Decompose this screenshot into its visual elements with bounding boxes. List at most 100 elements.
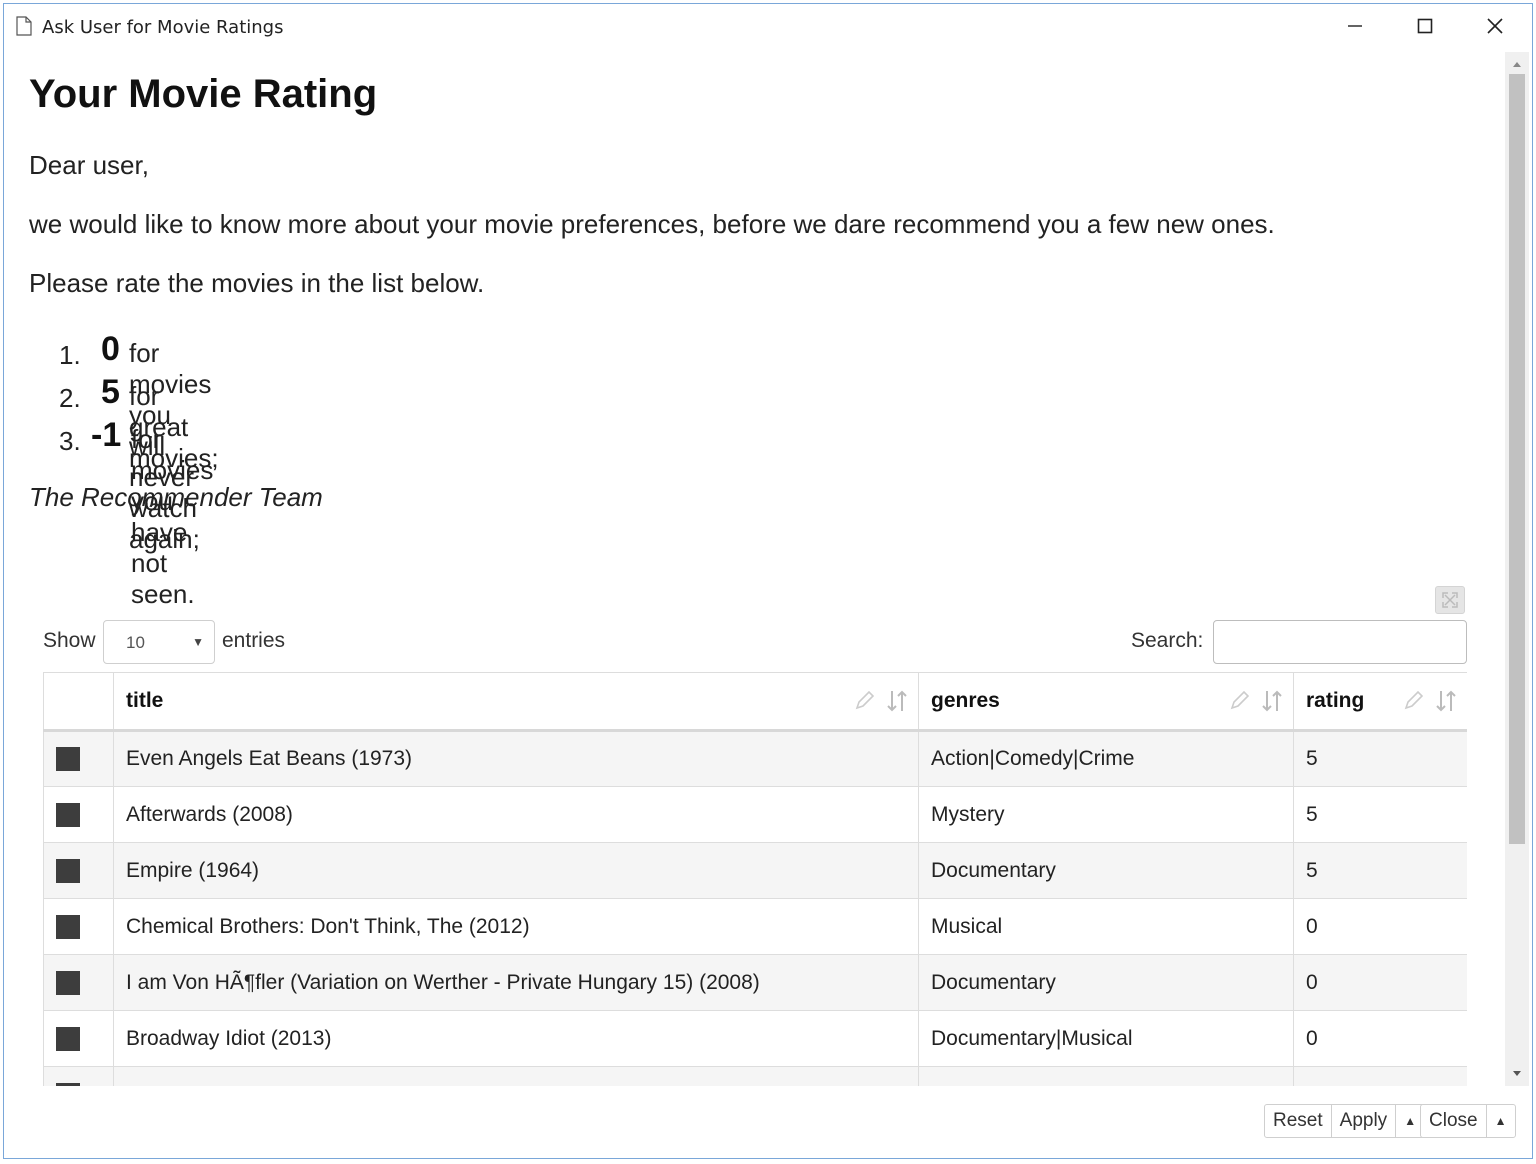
instruction-text: Please rate the movies in the list below…	[29, 268, 485, 298]
caret-up-icon: ▲	[1404, 1114, 1417, 1128]
search-label: Search:	[1131, 629, 1204, 652]
row-marker-icon	[56, 802, 80, 827]
close-icon	[1487, 18, 1503, 34]
column-header-genres[interactable]: genres	[918, 672, 1294, 732]
caret-up-icon: ▲	[1494, 1114, 1507, 1128]
search-input[interactable]	[1213, 620, 1467, 664]
expand-icon	[1442, 592, 1458, 608]
chevron-down-icon: ▼	[192, 635, 204, 649]
title-cell[interactable]: Afterwards (2008)	[113, 786, 919, 843]
vertical-scrollbar[interactable]	[1505, 52, 1529, 1088]
maximize-icon	[1417, 18, 1433, 34]
table-row[interactable]: I am Von HÃ¶fler (Variation on Werther -…	[43, 954, 1467, 1011]
row-select-cell[interactable]	[43, 730, 114, 787]
minimize-icon	[1348, 25, 1362, 27]
rating-cell[interactable]: 0	[1293, 954, 1467, 1011]
greeting-text: Dear user,	[29, 150, 149, 180]
ratings-table-container: title genres rating Even Angels Eat Bean…	[43, 672, 1467, 1086]
table-row[interactable]: Even Angels Eat Beans (1973) Action|Come…	[43, 730, 1467, 787]
fullscreen-button[interactable]	[1435, 586, 1465, 614]
title-cell[interactable]: I am Von HÃ¶fler (Variation on Werther -…	[113, 954, 919, 1011]
table-row[interactable]: Afterwards (2008) Mystery 5	[43, 786, 1467, 843]
edit-icon[interactable]	[1229, 689, 1251, 711]
row-select-cell[interactable]	[43, 842, 114, 899]
rule-number: 2.	[59, 383, 81, 413]
rating-cell[interactable]: 0	[1293, 898, 1467, 955]
title-cell[interactable]	[113, 1066, 919, 1086]
genres-cell[interactable]: Mystery	[918, 786, 1294, 843]
reset-apply-group: Reset Apply ▲	[1264, 1104, 1426, 1138]
table-row[interactable]: Empire (1964) Documentary 5	[43, 842, 1467, 899]
document-icon	[16, 16, 32, 36]
table-header-row: title genres rating	[43, 672, 1467, 732]
close-window-button[interactable]	[1462, 4, 1528, 48]
rating-cell[interactable]: 5	[1293, 730, 1467, 787]
edit-icon[interactable]	[1403, 689, 1425, 711]
rating-cell[interactable]: 5	[1293, 842, 1467, 899]
genres-cell[interactable]: Documentary|Musical	[918, 1010, 1294, 1067]
row-marker-icon	[56, 914, 80, 939]
edit-icon[interactable]	[854, 689, 876, 711]
dialog-content: Your Movie Rating Dear user, we would li…	[5, 48, 1501, 1086]
genres-cell[interactable]: Musical	[918, 898, 1294, 955]
rule-text: for movies you have not seen.	[131, 424, 214, 609]
rule-number: 1.	[59, 340, 81, 370]
dialog-footer: Reset Apply ▲ Close ▲	[5, 1086, 1529, 1158]
app-window: Ask User for Movie Ratings Your Movie Ra…	[3, 3, 1533, 1159]
table-row[interactable]	[43, 1066, 1467, 1086]
table-row[interactable]: Broadway Idiot (2013) Documentary|Musica…	[43, 1010, 1467, 1067]
genres-cell[interactable]	[918, 1066, 1294, 1086]
maximize-button[interactable]	[1392, 4, 1458, 48]
reset-button[interactable]: Reset	[1265, 1105, 1332, 1137]
row-marker-icon	[56, 858, 80, 883]
show-label: Show	[43, 629, 96, 652]
row-select-cell[interactable]	[43, 1010, 114, 1067]
column-header-label: title	[126, 689, 164, 712]
rule-value: 5	[101, 373, 120, 411]
sort-icon[interactable]	[886, 689, 908, 713]
window-title: Ask User for Movie Ratings	[42, 17, 284, 38]
row-select-cell[interactable]	[43, 898, 114, 955]
column-header-title[interactable]: title	[113, 672, 919, 732]
close-options-button[interactable]: ▲	[1487, 1105, 1515, 1137]
column-header-select	[43, 672, 114, 732]
rule-value: -1	[91, 416, 122, 454]
rating-cell[interactable]: 5	[1293, 786, 1467, 843]
row-select-cell[interactable]	[43, 954, 114, 1011]
entries-label: entries	[222, 629, 286, 652]
apply-button[interactable]: Apply	[1332, 1105, 1397, 1137]
column-header-label: genres	[931, 689, 1000, 712]
scroll-down-icon[interactable]	[1505, 1064, 1529, 1084]
minimize-button[interactable]	[1322, 4, 1388, 48]
row-select-cell[interactable]	[43, 1066, 114, 1086]
scroll-up-icon[interactable]	[1505, 54, 1529, 74]
row-marker-icon	[56, 970, 80, 995]
genres-cell[interactable]: Documentary	[918, 842, 1294, 899]
close-button[interactable]: Close	[1421, 1105, 1487, 1137]
row-select-cell[interactable]	[43, 786, 114, 843]
column-header-rating[interactable]: rating	[1293, 672, 1467, 732]
signature-text: The Recommender Team	[29, 482, 323, 512]
page-size-value: 10	[126, 633, 145, 652]
page-title: Your Movie Rating	[29, 72, 378, 116]
title-cell[interactable]: Broadway Idiot (2013)	[113, 1010, 919, 1067]
sort-icon[interactable]	[1261, 689, 1283, 713]
row-marker-icon	[56, 1026, 80, 1051]
row-marker-icon	[56, 747, 80, 772]
table-row[interactable]: Chemical Brothers: Don't Think, The (201…	[43, 898, 1467, 955]
scrollbar-thumb[interactable]	[1509, 74, 1525, 844]
genres-cell[interactable]: Action|Comedy|Crime	[918, 730, 1294, 787]
title-cell[interactable]: Empire (1964)	[113, 842, 919, 899]
rating-cell[interactable]	[1293, 1066, 1467, 1086]
title-bar: Ask User for Movie Ratings	[4, 4, 1532, 48]
column-header-label: rating	[1306, 689, 1365, 712]
page-size-select[interactable]: 10 ▼	[103, 620, 215, 664]
title-cell[interactable]: Even Angels Eat Beans (1973)	[113, 730, 919, 787]
rating-cell[interactable]: 0	[1293, 1010, 1467, 1067]
sort-icon[interactable]	[1435, 689, 1457, 713]
title-cell[interactable]: Chemical Brothers: Don't Think, The (201…	[113, 898, 919, 955]
rule-value: 0	[101, 330, 120, 368]
genres-cell[interactable]: Documentary	[918, 954, 1294, 1011]
rule-number: 3.	[59, 426, 81, 456]
ratings-table: title genres rating Even Angels Eat Bean…	[43, 672, 1467, 1086]
